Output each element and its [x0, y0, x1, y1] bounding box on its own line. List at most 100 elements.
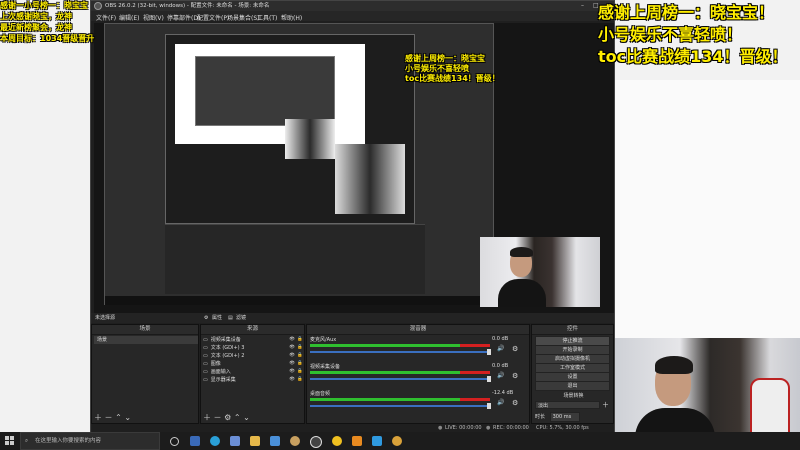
- add-source-button[interactable]: ＋: [203, 413, 211, 422]
- overlay-top-left-line-4: 本周目标：1034晋级晋升: [0, 34, 95, 43]
- speaker-mute-icon[interactable]: 🔊: [497, 399, 504, 406]
- cpu-status: CPU: 5.7%, 30.00 fps: [536, 425, 589, 431]
- search-placeholder: 在这里输入你要搜索的内容: [35, 438, 102, 444]
- file-explorer-icon[interactable]: [190, 436, 200, 446]
- visibility-eye-icon[interactable]: 👁: [289, 336, 295, 344]
- app-icon-blue[interactable]: [372, 436, 382, 446]
- sources-dock-title: 来源: [201, 325, 304, 335]
- speaker-mute-icon[interactable]: 🔊: [497, 345, 504, 352]
- add-scene-button[interactable]: ＋: [94, 413, 102, 422]
- transition-label: 场景转换: [563, 393, 584, 399]
- properties-button[interactable]: 属性: [212, 313, 222, 323]
- duration-input[interactable]: 300 ms: [549, 412, 581, 422]
- taskbar-search-box[interactable]: ⌕ 在这里输入你要搜索的内容: [20, 432, 160, 450]
- volume-slider[interactable]: [310, 378, 490, 380]
- visibility-eye-icon[interactable]: 👁: [289, 352, 295, 360]
- lock-icon[interactable]: 🔒: [297, 352, 303, 360]
- remove-source-button[interactable]: －: [214, 413, 222, 422]
- nested-taskbar: [105, 296, 493, 305]
- visibility-eye-icon[interactable]: 👁: [289, 344, 295, 352]
- menu-scene-collection[interactable]: 场景集合(S): [227, 13, 260, 22]
- transition-select-value: 淡出: [538, 403, 549, 409]
- visibility-eye-icon[interactable]: 👁: [289, 376, 295, 384]
- scene-item[interactable]: 场景: [94, 336, 198, 344]
- source-item[interactable]: ▭ 视频采集设备 👁 🔒: [203, 336, 304, 344]
- lock-icon[interactable]: 🔒: [297, 336, 303, 344]
- menu-help[interactable]: 帮助(H): [281, 13, 302, 22]
- obs-taskbar-icon[interactable]: [310, 436, 322, 448]
- filters-icon[interactable]: ▤: [228, 313, 233, 323]
- volume-meter-red: [460, 344, 490, 347]
- source-item-label: 显示器采集: [210, 377, 236, 383]
- task-view-icon[interactable]: [170, 437, 179, 446]
- filters-button[interactable]: 滤镜: [236, 313, 246, 323]
- lock-icon[interactable]: 🔒: [297, 368, 303, 376]
- volume-slider[interactable]: [310, 351, 490, 353]
- overlay-top-left-line-1: 感谢一小号榜一：晓宝宝: [0, 1, 88, 10]
- menu-docks[interactable]: 停靠部件(D): [167, 13, 200, 22]
- sources-dock: 来源 ▭ 视频采集设备 👁 🔒 ▭ 文本 (GDI+) 3 👁 🔒 ▭ 文本 (GDI+) 2 👁 🔒…: [200, 324, 305, 424]
- store-icon[interactable]: [230, 436, 240, 446]
- source-item[interactable]: ▭ 画面输入 👁 🔒: [203, 368, 304, 376]
- scenes-dock-title: 场景: [92, 325, 198, 335]
- mixer-channel-db: -12.4 dB: [492, 390, 514, 396]
- transition-add-button[interactable]: ＋: [602, 401, 609, 409]
- app-icon-gold[interactable]: [392, 436, 402, 446]
- menu-tools[interactable]: 工具(T): [257, 13, 277, 22]
- visibility-eye-icon[interactable]: 👁: [289, 368, 295, 376]
- menu-file[interactable]: 文件(F): [96, 13, 116, 22]
- lock-icon[interactable]: 🔒: [297, 376, 303, 384]
- duration-row: 时长 300 ms: [535, 412, 581, 422]
- nested-inner-preview: [195, 56, 335, 126]
- nested-desktop: 感谢上周榜一：晓宝宝 小号娱乐不喜轻喷 toc比赛战绩134！晋级！: [104, 23, 500, 305]
- volume-slider-handle[interactable]: [487, 376, 491, 382]
- scenes-dock: 场景 场景 ＋ － ⌃ ⌄: [91, 324, 199, 424]
- app-icon-orange[interactable]: [352, 436, 362, 446]
- source-item[interactable]: ▭ 文本 (GDI+) 3 👁 🔒: [203, 344, 304, 352]
- source-item[interactable]: ▭ 文本 (GDI+) 2 👁 🔒: [203, 352, 304, 360]
- volume-slider[interactable]: [310, 405, 490, 407]
- move-down-source-button[interactable]: ⌄: [243, 413, 250, 422]
- app-icon-yellow[interactable]: [332, 436, 342, 446]
- exit-button[interactable]: 退出: [535, 381, 610, 391]
- menu-view[interactable]: 视图(V): [143, 13, 164, 22]
- channel-settings-gear-icon[interactable]: ⚙: [512, 345, 518, 353]
- window-title-bar: OBS 26.0.2 (32-bit, windows) - 配置文件: 未命名…: [91, 1, 614, 11]
- live-status: LIVE: 00:00:00: [445, 425, 482, 431]
- menu-bar: 文件(F) 编辑(E) 视图(V) 停靠部件(D) 配置文件(P) 场景集合(S…: [91, 11, 614, 22]
- channel-settings-gear-icon[interactable]: ⚙: [512, 372, 518, 380]
- source-item[interactable]: ▭ 显示器采集 👁 🔒: [203, 376, 304, 384]
- edge-icon[interactable]: [210, 436, 220, 446]
- move-up-scene-button[interactable]: ⌃: [115, 413, 122, 422]
- source-item-label: 视频采集设备: [210, 337, 241, 343]
- menu-edit[interactable]: 编辑(E): [119, 13, 139, 22]
- volume-slider-handle[interactable]: [487, 349, 491, 355]
- source-item-label: 画面输入: [210, 369, 231, 375]
- speaker-mute-icon[interactable]: 🔊: [497, 372, 504, 379]
- volume-slider-handle[interactable]: [487, 403, 491, 409]
- visibility-eye-icon[interactable]: 👁: [289, 360, 295, 368]
- move-up-source-button[interactable]: ⌃: [234, 413, 241, 422]
- minimize-button[interactable]: –: [581, 1, 584, 11]
- mail-icon[interactable]: [270, 436, 280, 446]
- nested-docks: [165, 224, 425, 294]
- move-down-scene-button[interactable]: ⌄: [124, 413, 131, 422]
- mixer-channel-db: 0.0 dB: [492, 336, 509, 342]
- lock-icon[interactable]: 🔒: [297, 360, 303, 368]
- windows-logo-icon[interactable]: [5, 436, 15, 446]
- overlay-top-right-line-3: toc比赛战绩134！晋级！: [598, 47, 788, 66]
- folder-icon[interactable]: [250, 436, 260, 446]
- lock-icon[interactable]: 🔒: [297, 344, 303, 352]
- game-app-icon[interactable]: [290, 436, 300, 446]
- overlay-top-left: 感谢一小号榜一：晓宝宝 上次感谢晓宝，龙神 最近新榜聚会，龙神 本周目标：103…: [0, 0, 94, 44]
- transition-select[interactable]: 淡出: [535, 401, 600, 409]
- properties-gear-icon[interactable]: ⚙: [204, 313, 208, 323]
- source-type-icon: ▭: [203, 369, 208, 375]
- person-hair-center: [510, 247, 533, 257]
- remove-scene-button[interactable]: －: [105, 413, 113, 422]
- menu-profile[interactable]: 配置文件(P): [197, 13, 229, 22]
- source-item[interactable]: ▭ 图像 👁 🔒: [203, 360, 304, 368]
- source-settings-gear-icon[interactable]: ⚙: [224, 413, 231, 422]
- channel-settings-gear-icon[interactable]: ⚙: [512, 399, 518, 407]
- source-toolbar: 未选择源 ⚙ 属性 ▤ 滤镜: [91, 313, 614, 323]
